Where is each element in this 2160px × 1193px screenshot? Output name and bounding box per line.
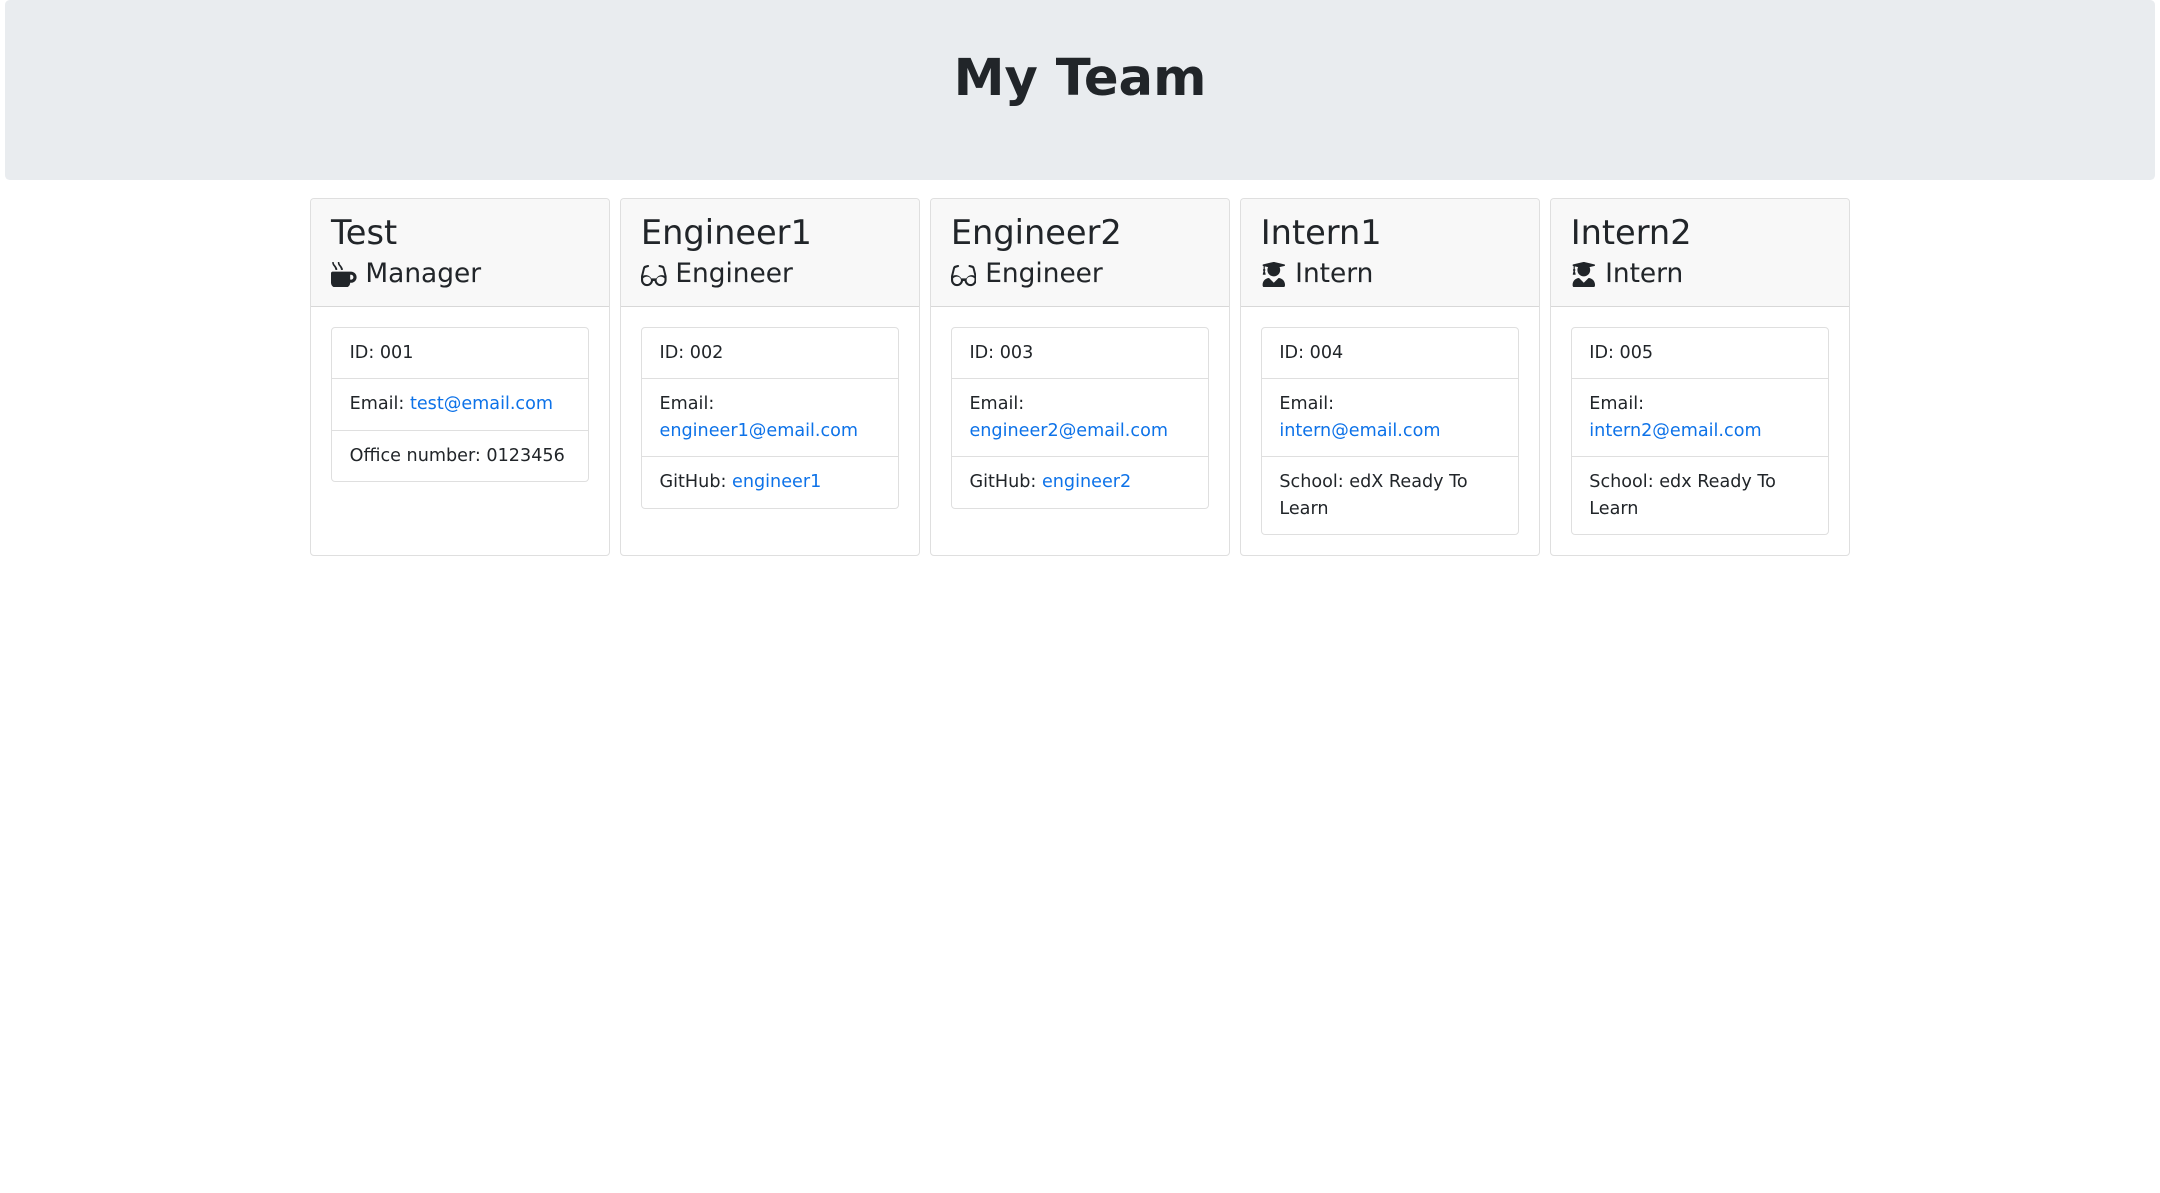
card-body: ID: 005Email: intern2@email.comSchool: e… — [1551, 307, 1849, 555]
role-label: Engineer — [675, 257, 793, 291]
mug-hot-icon — [331, 262, 357, 288]
page-header: My Team — [5, 0, 2155, 180]
school-label: School: — [1589, 472, 1659, 492]
member-school: School: edX Ready To Learn — [1262, 456, 1518, 534]
member-email: Email: engineer1@email.com — [642, 378, 898, 456]
email-label: Email: — [350, 394, 410, 414]
id-label: ID: — [969, 343, 999, 363]
member-id: ID: 001 — [332, 328, 588, 378]
member-id: ID: 004 — [1262, 328, 1518, 378]
school-label: School: — [1279, 472, 1349, 492]
glasses-icon — [641, 262, 667, 288]
member-role: Intern — [1571, 257, 1829, 291]
team-card-deck: TestManagerID: 001Email: test@email.comO… — [310, 198, 1850, 556]
email-label: Email: — [969, 394, 1024, 414]
card-header: Intern1 Intern — [1241, 199, 1539, 307]
id-label: ID: — [1589, 343, 1619, 363]
card-body: ID: 002Email: engineer1@email.comGitHub:… — [621, 307, 919, 529]
role-label: Manager — [365, 257, 481, 291]
member-role: Engineer — [951, 257, 1209, 291]
page-title: My Team — [37, 48, 2123, 108]
email-link[interactable]: engineer1@email.com — [660, 421, 859, 441]
member-details-list: ID: 004Email: intern@email.comSchool: ed… — [1261, 327, 1519, 535]
email-link[interactable]: engineer2@email.com — [969, 421, 1168, 441]
id-value: 003 — [1000, 343, 1034, 363]
github-label: GitHub: — [660, 472, 733, 492]
github-label: GitHub: — [969, 472, 1042, 492]
id-label: ID: — [660, 343, 690, 363]
member-details-list: ID: 002Email: engineer1@email.comGitHub:… — [641, 327, 899, 509]
member-name: Intern1 — [1261, 213, 1519, 253]
card-header: Engineer1 Engineer — [621, 199, 919, 307]
role-label: Intern — [1605, 257, 1683, 291]
email-link[interactable]: intern@email.com — [1279, 421, 1440, 441]
member-email: Email: test@email.com — [332, 378, 588, 429]
glasses-icon — [951, 262, 977, 288]
member-details-list: ID: 005Email: intern2@email.comSchool: e… — [1571, 327, 1829, 535]
member-id: ID: 005 — [1572, 328, 1828, 378]
office-value: 0123456 — [486, 446, 564, 466]
email-label: Email: — [1589, 394, 1644, 414]
card-body: ID: 001Email: test@email.comOffice numbe… — [311, 307, 609, 502]
member-name: Engineer2 — [951, 213, 1209, 253]
card-body: ID: 004Email: intern@email.comSchool: ed… — [1241, 307, 1539, 555]
role-label: Engineer — [985, 257, 1103, 291]
member-name: Engineer1 — [641, 213, 899, 253]
team-card: Engineer2EngineerID: 003Email: engineer2… — [930, 198, 1230, 556]
team-card: Intern2InternID: 005Email: intern2@email… — [1550, 198, 1850, 556]
github-link[interactable]: engineer2 — [1042, 472, 1131, 492]
team-card: TestManagerID: 001Email: test@email.comO… — [310, 198, 610, 556]
email-label: Email: — [660, 394, 715, 414]
id-value: 005 — [1620, 343, 1654, 363]
graduate-icon — [1571, 262, 1597, 288]
card-header: Engineer2 Engineer — [931, 199, 1229, 307]
member-name: Test — [331, 213, 589, 253]
team-card: Engineer1EngineerID: 002Email: engineer1… — [620, 198, 920, 556]
id-label: ID: — [1279, 343, 1309, 363]
id-value: 001 — [380, 343, 414, 363]
member-role: Intern — [1261, 257, 1519, 291]
member-email: Email: intern@email.com — [1262, 378, 1518, 456]
member-school: School: edx Ready To Learn — [1572, 456, 1828, 534]
card-body: ID: 003Email: engineer2@email.comGitHub:… — [931, 307, 1229, 529]
member-role: Manager — [331, 257, 589, 291]
github-link[interactable]: engineer1 — [732, 472, 821, 492]
role-label: Intern — [1295, 257, 1373, 291]
office-label: Office number: — [350, 446, 487, 466]
member-github: GitHub: engineer2 — [952, 456, 1208, 507]
member-id: ID: 002 — [642, 328, 898, 378]
email-label: Email: — [1279, 394, 1334, 414]
member-name: Intern2 — [1571, 213, 1829, 253]
graduate-icon — [1261, 262, 1287, 288]
member-github: GitHub: engineer1 — [642, 456, 898, 507]
member-email: Email: intern2@email.com — [1572, 378, 1828, 456]
team-card: Intern1InternID: 004Email: intern@email.… — [1240, 198, 1540, 556]
member-details-list: ID: 001Email: test@email.comOffice numbe… — [331, 327, 589, 482]
member-office: Office number: 0123456 — [332, 430, 588, 481]
id-label: ID: — [350, 343, 380, 363]
email-link[interactable]: intern2@email.com — [1589, 421, 1761, 441]
member-details-list: ID: 003Email: engineer2@email.comGitHub:… — [951, 327, 1209, 509]
card-header: Test Manager — [311, 199, 609, 307]
member-role: Engineer — [641, 257, 899, 291]
member-email: Email: engineer2@email.com — [952, 378, 1208, 456]
card-header: Intern2 Intern — [1551, 199, 1849, 307]
member-id: ID: 003 — [952, 328, 1208, 378]
email-link[interactable]: test@email.com — [410, 394, 553, 414]
id-value: 002 — [690, 343, 724, 363]
id-value: 004 — [1310, 343, 1344, 363]
